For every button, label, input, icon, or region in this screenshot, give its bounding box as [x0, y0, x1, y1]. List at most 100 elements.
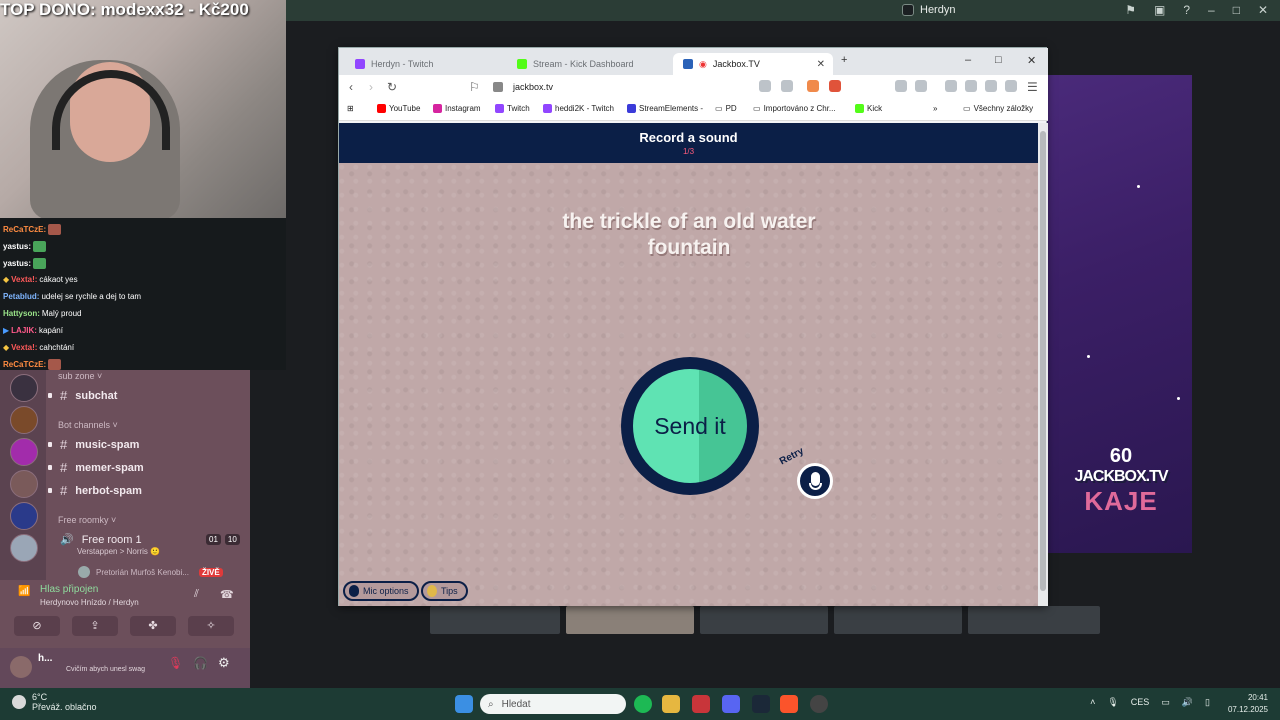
spotify-icon[interactable] [634, 695, 652, 713]
translate-icon[interactable] [759, 80, 771, 92]
menu-icon[interactable]: ☰ [1027, 80, 1038, 94]
inbox-icon[interactable]: ⚑ [1125, 3, 1136, 17]
discord-icon[interactable] [722, 695, 740, 713]
apps-icon[interactable]: ⊞ [347, 104, 354, 113]
jackbox-header: Record a sound 1/3 [339, 123, 1038, 163]
steam-icon[interactable] [752, 695, 770, 713]
reload-icon[interactable]: ↻ [387, 80, 397, 94]
brave-rewards-icon[interactable] [829, 80, 841, 92]
bookmark-streamelements[interactable]: StreamElements - [627, 104, 703, 113]
retry-button[interactable] [797, 463, 833, 499]
video-tile[interactable] [430, 606, 560, 634]
bookmark-icon[interactable]: ⚐ [469, 80, 480, 94]
video-tile[interactable] [834, 606, 962, 634]
bookmark-kick[interactable]: Kick [855, 104, 882, 113]
channel-memer-spam[interactable]: # memer-spam [48, 460, 144, 475]
brave-shields-icon[interactable] [807, 80, 819, 92]
brave-icon[interactable] [780, 695, 798, 713]
server-icon[interactable] [10, 374, 38, 402]
noise-suppression-icon[interactable]: ⫽ [194, 588, 199, 601]
volume-icon[interactable]: 🔊 [1182, 697, 1193, 708]
battery-icon[interactable]: ▯ [1205, 697, 1210, 708]
extension-icon[interactable] [915, 80, 927, 92]
channel-herbot-spam[interactable]: # herbot-spam [48, 483, 142, 498]
voice-location[interactable]: Herdynovo Hnízdo / Herdyn [40, 598, 139, 607]
server-icon[interactable] [10, 406, 38, 434]
weather-widget[interactable]: 6°C Převáž. oblačno [12, 692, 97, 712]
url-field[interactable]: jackbox.tv [489, 79, 789, 95]
category-sub-zone[interactable]: sub zone ˅ [58, 371, 102, 381]
new-tab-icon[interactable]: + [841, 54, 847, 66]
back-icon[interactable]: ‹ [349, 80, 353, 94]
sidebar-icon[interactable] [945, 80, 957, 92]
tab-jackbox[interactable]: ◉ Jackbox.TV ✕ [673, 53, 833, 75]
camera-button[interactable]: ⊘ [14, 616, 60, 636]
app-icon[interactable] [692, 695, 710, 713]
mute-icon[interactable]: 🎙 [168, 656, 183, 670]
screen-icon[interactable]: ▣ [1154, 3, 1165, 17]
headphones-icon[interactable]: 🎧 [193, 656, 208, 670]
vpn-icon[interactable] [1005, 80, 1017, 92]
page-scrollbar[interactable] [1038, 123, 1048, 606]
avatar[interactable] [10, 656, 32, 678]
voice-member[interactable]: Pretorián Murfoš Kenobi... ŽIVĚ [78, 566, 223, 578]
clock[interactable]: 20:41 07.12.2025 [1228, 692, 1268, 716]
file-explorer-icon[interactable] [662, 695, 680, 713]
soundboard-button[interactable]: ✧ [188, 616, 234, 636]
video-tile[interactable] [700, 606, 828, 634]
microphone-icon[interactable]: 🎙 [1107, 697, 1118, 708]
voice-channel-free-room[interactable]: 🔊 Free room 1 [60, 533, 142, 547]
tab-kick[interactable]: Stream - Kick Dashboard [507, 53, 669, 75]
server-icon[interactable] [10, 502, 38, 530]
star-icon [1137, 185, 1140, 188]
bookmark-label: Kick [867, 104, 883, 113]
all-bookmarks[interactable]: ▭ Všechny záložky [963, 104, 1033, 113]
bookmark-heddi2k[interactable]: heddi2K - Twitch [543, 104, 614, 113]
wallet-icon[interactable] [965, 80, 977, 92]
network-icon[interactable]: ▭ [1161, 697, 1170, 708]
obs-icon[interactable] [810, 695, 828, 713]
activities-button[interactable]: ✤ [130, 616, 176, 636]
close-icon[interactable]: ✕ [1027, 54, 1036, 67]
bookmark-folder-pd[interactable]: ▭ PD [715, 104, 737, 113]
language-indicator[interactable]: CES [1131, 697, 1150, 708]
share-icon[interactable] [781, 80, 793, 92]
chevron-up-icon[interactable]: ˄ [1090, 697, 1095, 708]
bookmark-twitch[interactable]: Twitch [495, 104, 530, 113]
category-free-rooms[interactable]: Free roomky ˅ [58, 515, 116, 525]
bookmark-instagram[interactable]: Instagram [433, 104, 481, 113]
tips-button[interactable]: Tips [421, 581, 468, 601]
close-icon[interactable]: ✕ [1258, 3, 1268, 17]
bookmarks-overflow[interactable]: » [933, 104, 937, 113]
chat-user: Vexta!: [11, 275, 38, 284]
windows-start-icon[interactable] [455, 695, 473, 713]
server-icon[interactable] [10, 534, 38, 562]
send-it-button[interactable]: Send it [633, 369, 747, 483]
ai-icon[interactable] [985, 80, 997, 92]
extensions-icon[interactable] [895, 80, 907, 92]
channel-music-spam[interactable]: # music-spam [48, 437, 139, 452]
forward-icon[interactable]: › [369, 80, 373, 94]
site-info-icon[interactable] [493, 82, 503, 92]
bookmark-folder-imported[interactable]: ▭ Importováno z Chr... [753, 104, 836, 113]
tab-twitch[interactable]: Herdyn - Twitch [345, 53, 503, 75]
disconnect-icon[interactable]: ☎ [220, 588, 234, 601]
screen-share-button[interactable]: ⇪ [72, 616, 118, 636]
maximize-icon[interactable]: □ [995, 54, 1002, 66]
help-icon[interactable]: ? [1183, 3, 1190, 17]
minimize-icon[interactable]: – [1208, 3, 1215, 17]
category-bot-channels[interactable]: Bot channels ˅ [58, 420, 118, 430]
video-tile[interactable] [566, 606, 694, 634]
server-icon[interactable] [10, 470, 38, 498]
scrollbar-thumb[interactable] [1040, 131, 1046, 591]
minimize-icon[interactable]: – [965, 54, 971, 66]
taskbar-search[interactable]: ⌕ Hledat [480, 694, 626, 714]
channel-subchat[interactable]: # subchat [48, 388, 117, 403]
mic-options-button[interactable]: Mic options [343, 581, 419, 601]
settings-gear-icon[interactable]: ⚙ [218, 655, 230, 671]
bookmark-youtube[interactable]: YouTube [377, 104, 420, 113]
maximize-icon[interactable]: □ [1233, 3, 1240, 17]
server-icon[interactable] [10, 438, 38, 466]
video-tile[interactable] [968, 606, 1100, 634]
close-tab-icon[interactable]: ✕ [817, 59, 825, 70]
